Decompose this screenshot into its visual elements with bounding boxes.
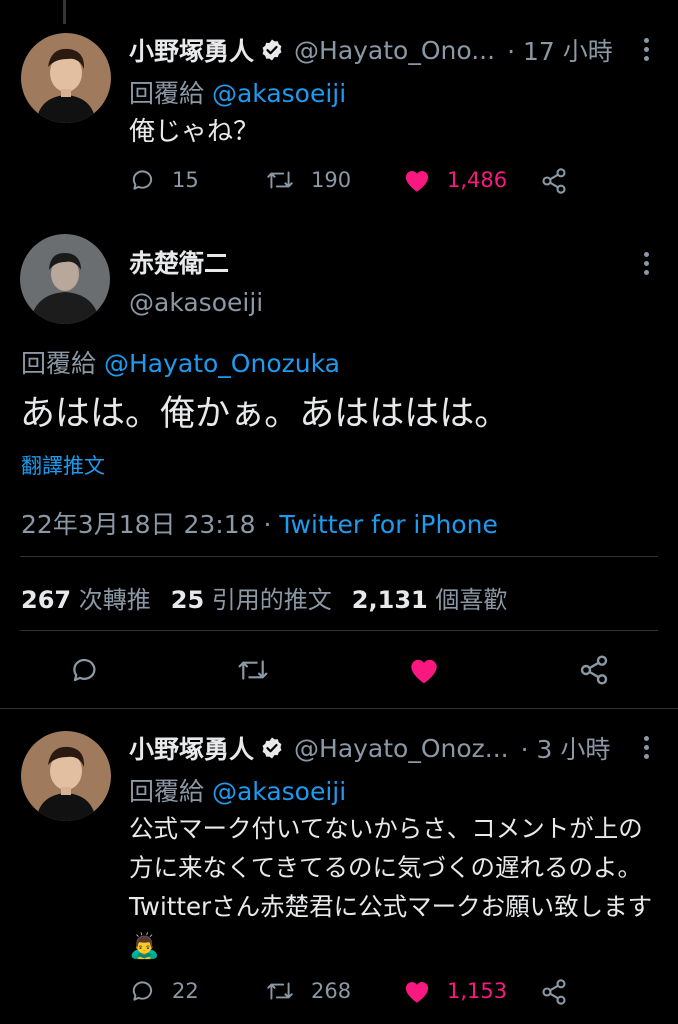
avatar-hayato[interactable] [21,33,111,123]
avatar-hayato[interactable] [21,731,111,821]
reply-to: 回覆給 @Hayato_Onozuka [21,344,340,380]
thread-line [63,0,66,24]
tweet-text: 公式マーク付いてないからさ、コメントが上の方に来なくてきてるのに気づくの遅れるの… [129,814,653,960]
likes-stat[interactable]: 2,131 個喜歡 [352,586,528,614]
share-button[interactable] [578,654,626,686]
like-count: 1,486 [447,168,508,192]
heart-icon [405,171,429,192]
more-options-icon[interactable] [642,736,650,763]
quotes-stat[interactable]: 25 引用的推文 [171,586,352,614]
timestamp[interactable]: · 3 小時 [521,730,611,766]
reply-to: 回覆給 @akasoeiji [129,772,346,808]
heart-icon [405,982,429,1003]
like-count: 1,153 [447,979,508,1003]
tweet-text: 俺じゃね？ [129,117,260,147]
timestamp[interactable]: · 17 小時 [507,32,613,68]
translate-link[interactable]: 翻譯推文 [21,450,105,480]
handle[interactable]: @akasoeiji [129,288,263,317]
client-link[interactable]: Twitter for iPhone [279,510,497,539]
tweet-stats: 267 次轉推 25 引用的推文 2,131 個喜歡 [21,580,527,615]
share-button[interactable] [540,978,584,1006]
reply-label: 回覆給 [129,777,205,806]
divider [20,556,658,557]
reply-handle-link[interactable]: @akasoeiji [212,777,346,806]
handle[interactable]: @Hayato_Ono... [294,36,495,65]
reply-button[interactable]: 15 [130,167,199,193]
tweet1-header: 小野塚勇人 @Hayato_Ono... · 17 小時 [129,32,613,68]
display-name[interactable]: 小野塚勇人 [129,730,254,766]
retweet-count: 190 [311,168,352,192]
divider [20,630,658,631]
like-button[interactable] [408,655,456,685]
reply-label: 回覆給 [21,349,97,378]
handle[interactable]: @Hayato_Onoz... [294,734,509,763]
avatar-akaso[interactable] [20,234,110,324]
full-timestamp[interactable]: 22年3月18日 23:18 [21,510,256,539]
more-options-icon[interactable] [642,38,650,65]
display-name[interactable]: 赤楚衛二 [129,244,229,280]
share-icon [580,655,608,685]
tweet-meta: 22年3月18日 23:18 · Twitter for iPhone [21,505,498,541]
reply-count: 15 [172,168,199,192]
verified-badge-icon [262,39,282,61]
reply-handle-link[interactable]: @Hayato_Onozuka [104,349,340,378]
reply-handle-link[interactable]: @akasoeiji [212,79,346,108]
retweets-stat[interactable]: 267 次轉推 [21,586,171,614]
share-icon [542,979,566,1005]
retweet-count: 268 [311,979,352,1003]
meta-separator: · [255,510,280,539]
tweet-text: あはは。俺かぁ。あはははは。 [20,394,510,434]
reply-button[interactable] [70,655,116,685]
reply-to: 回覆給 @akasoeiji [129,74,346,110]
share-button[interactable] [540,167,584,195]
retweet-icon [238,660,268,680]
reply-count: 22 [172,979,199,1003]
retweet-button[interactable] [236,655,286,685]
tweet-separator [0,708,678,709]
retweet-icon [267,171,293,189]
retweet-icon [267,982,293,1000]
reply-button[interactable]: 22 [130,978,199,1004]
reply-icon [132,981,153,1001]
display-name[interactable]: 小野塚勇人 [129,32,254,68]
reply-icon [132,170,153,190]
reply-icon [73,658,96,682]
share-icon [542,168,566,194]
like-button[interactable]: 1,486 [403,167,507,193]
more-options-icon[interactable] [642,252,650,279]
verified-badge-icon [262,737,282,759]
like-button[interactable]: 1,153 [403,978,507,1004]
tweet3-header: 小野塚勇人 @Hayato_Onoz... · 3 小時 [129,730,610,766]
retweet-button[interactable]: 268 [265,978,351,1004]
retweet-button[interactable]: 190 [265,167,351,193]
heart-icon [411,659,437,684]
reply-label: 回覆給 [129,79,205,108]
